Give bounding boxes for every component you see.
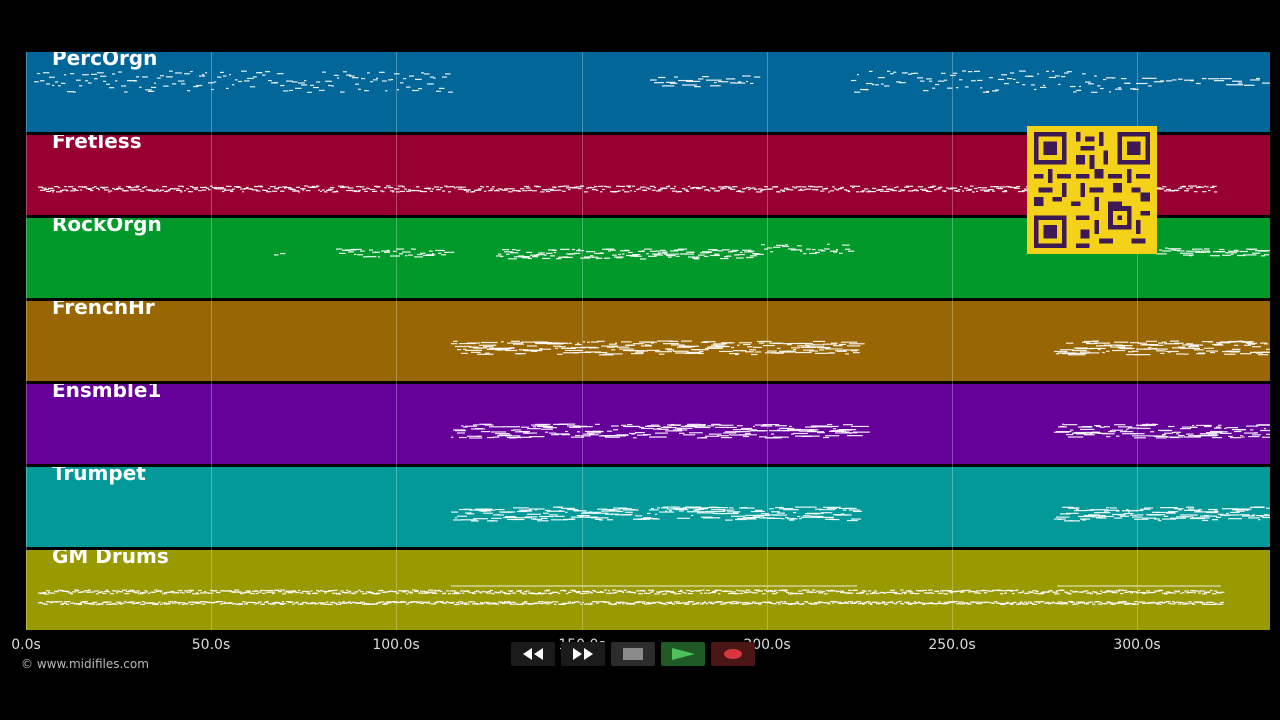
qr-code-icon [1027,126,1157,254]
track-lane-trumpet[interactable]: Trumpet [26,467,1270,547]
track-label: PercOrgn [52,52,158,70]
time-gridline [582,52,583,630]
track-label: RockOrgn [52,218,162,236]
fast-forward-icon [573,648,593,660]
time-tick-label: 0.0s [11,637,41,653]
play-icon [672,648,695,660]
track-label: Trumpet [52,467,146,485]
rewind-icon [523,648,543,660]
time-gridline [396,52,397,630]
time-tick-label: 50.0s [191,637,231,653]
track-label: Ensmble1 [52,384,162,402]
track-label: GM Drums [52,550,169,568]
stop-icon [623,648,643,660]
track-lane-frenchhr[interactable]: FrenchHr [26,301,1270,381]
track-lane-ensmble1[interactable]: Ensmble1 [26,384,1270,464]
rewind-button[interactable] [511,642,555,666]
track-lane-gm-drums[interactable]: GM Drums [26,550,1270,630]
record-button[interactable] [711,642,755,666]
track-label: Fretless [52,135,142,153]
stop-button[interactable] [611,642,655,666]
time-tick-label: 100.0s [372,637,420,653]
transport-controls [511,642,769,668]
play-button[interactable] [661,642,705,666]
time-gridline [211,52,212,630]
time-gridline [26,52,27,630]
time-gridline [952,52,953,630]
time-tick-label: 300.0s [1113,637,1161,653]
track-label: FrenchHr [52,301,155,319]
record-icon [724,649,742,659]
copyright-text: © www.midifiles.com [21,657,149,671]
time-gridline [767,52,768,630]
time-tick-label: 250.0s [928,637,976,653]
track-lane-percorgn[interactable]: PercOrgn [26,52,1270,132]
fast-forward-button[interactable] [561,642,605,666]
